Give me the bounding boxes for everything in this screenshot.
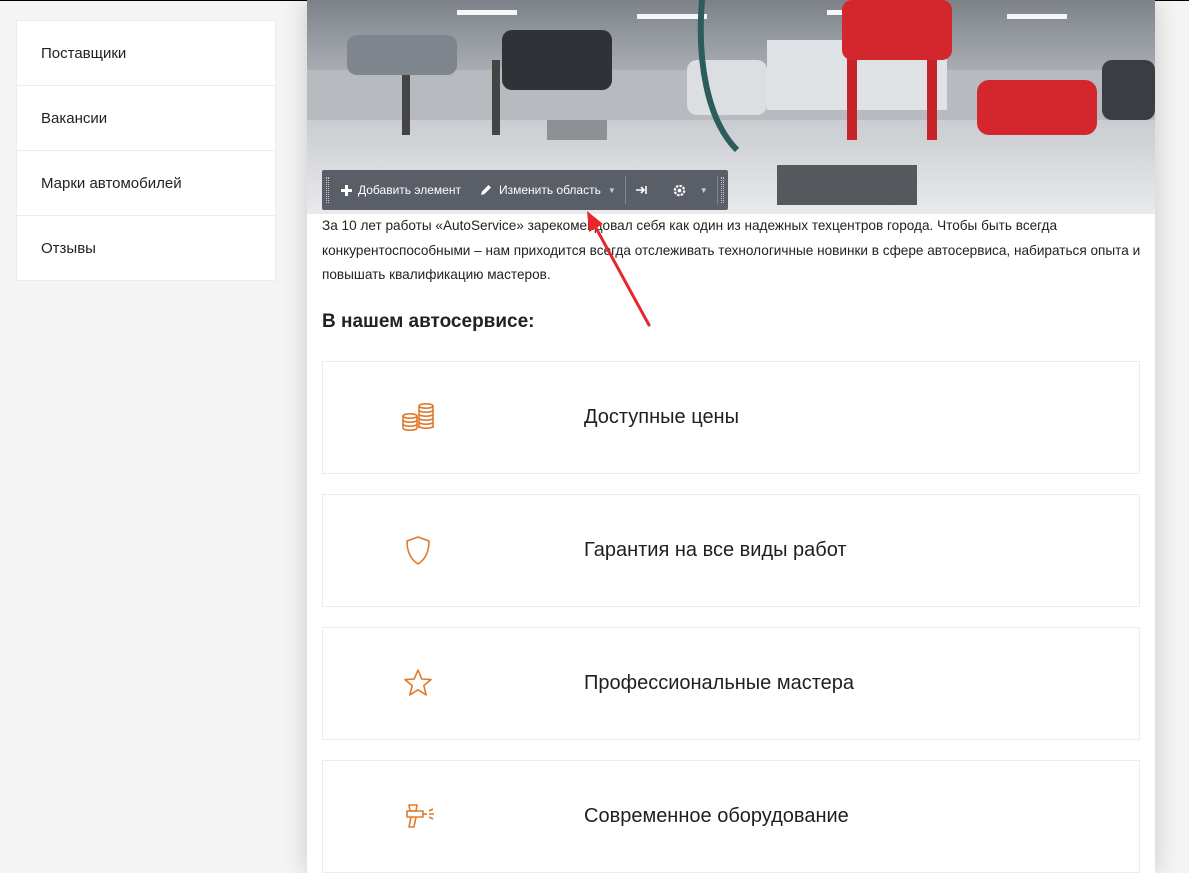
add-element-label: Добавить элемент [358, 183, 461, 197]
editor-toolbar: Добавить элемент Изменить область ▼ ▼ [322, 170, 728, 210]
drag-handle-icon[interactable] [718, 170, 728, 210]
feature-card: Гарантия на все виды работ [322, 494, 1140, 607]
settings-button[interactable]: ▼ [663, 170, 717, 210]
section-title: В нашем автосервисе: [322, 311, 535, 332]
feature-label: Современное оборудование [584, 805, 849, 827]
sidebar-item-vacancies[interactable]: Вакансии [17, 85, 275, 150]
drag-handle-icon[interactable] [322, 170, 332, 210]
sidebar-item-reviews[interactable]: Отзывы [17, 215, 275, 280]
feature-card: Профессиональные мастера [322, 627, 1140, 740]
edit-area-button[interactable]: Изменить область ▼ [470, 170, 625, 210]
add-element-button[interactable]: Добавить элемент [332, 170, 470, 210]
star-icon [404, 669, 432, 696]
feature-label: Доступные цены [584, 406, 739, 428]
sidebar-item-suppliers[interactable]: Поставщики [17, 20, 275, 85]
collapse-button[interactable] [626, 170, 663, 210]
spray-gun-icon [406, 804, 434, 828]
sidebar-item-label: Вакансии [41, 109, 108, 127]
feature-card: Доступные цены [322, 361, 1140, 474]
plus-icon [341, 184, 352, 196]
sidebar-item-car-brands[interactable]: Марки автомобилей [17, 150, 275, 215]
coins-icon [402, 402, 434, 431]
main-content: Добавить элемент Изменить область ▼ ▼ За… [307, 0, 1155, 873]
sidebar-menu: Поставщики Вакансии Марки автомобилей От… [16, 20, 276, 281]
sidebar-item-label: Поставщики [41, 44, 127, 62]
feature-label: Профессиональные мастера [584, 672, 855, 694]
intro-text: За 10 лет работы «AutoService» зарекомен… [322, 218, 1141, 282]
sidebar-item-label: Марки автомобилей [41, 174, 182, 192]
gear-icon [673, 184, 686, 196]
sidebar-item-label: Отзывы [41, 239, 96, 257]
collapse-icon [635, 186, 647, 194]
feature-card: Современное оборудование [322, 760, 1140, 873]
shield-icon [406, 536, 430, 565]
feature-label: Гарантия на все виды работ [584, 539, 847, 561]
chevron-down-icon: ▼ [607, 185, 616, 195]
chevron-down-icon: ▼ [699, 185, 708, 195]
pencil-icon [480, 185, 491, 195]
edit-area-label: Изменить область [498, 183, 601, 197]
